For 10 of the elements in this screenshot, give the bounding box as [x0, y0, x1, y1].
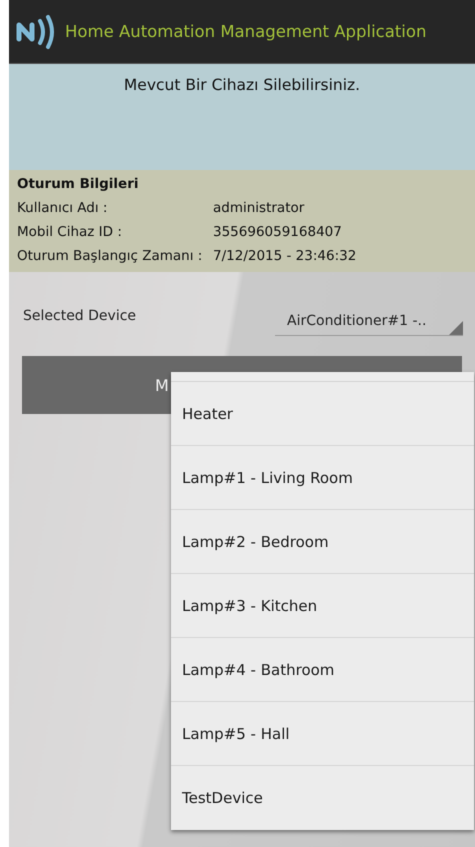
section-title: Oturum Bilgileri: [17, 176, 140, 192]
app-title: Home Automation Management Application: [65, 22, 426, 41]
field-label: Oturum Başlangıç Zamanı :: [17, 248, 204, 264]
banner-text: Mevcut Bir Cihazı Silebilirsiniz.: [124, 76, 360, 94]
field-value: 7/12/2015 - 23:46:32: [213, 248, 358, 264]
field-label: Kullanıcı Adı :: [17, 200, 108, 216]
field-label: Mobil Cihaz ID :: [17, 224, 123, 240]
field-value: 355696059168407: [213, 224, 343, 240]
field-label: Selected Device: [23, 308, 136, 326]
field-value: administrator: [213, 200, 306, 216]
